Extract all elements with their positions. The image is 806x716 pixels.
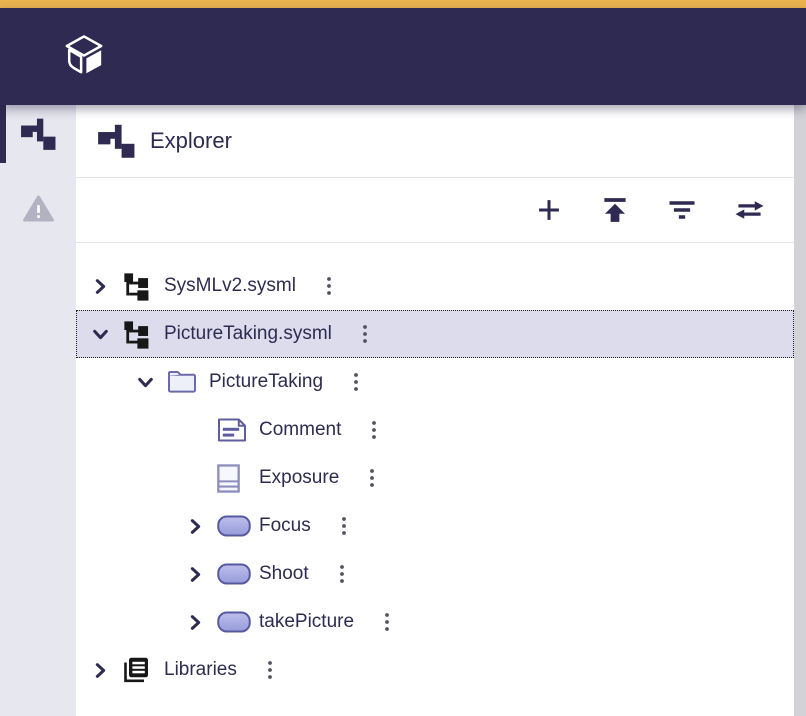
tree-hierarchy-icon <box>20 116 56 152</box>
libraries-icon <box>122 656 156 684</box>
tree-item-label: Exposure <box>259 467 339 489</box>
action-icon <box>217 514 251 538</box>
plus-icon <box>535 196 563 224</box>
tree-item-libraries[interactable]: Libraries <box>76 646 794 694</box>
kebab-menu-icon[interactable] <box>371 420 377 440</box>
action-icon <box>217 610 251 634</box>
activity-item-explorer[interactable] <box>0 105 76 163</box>
tree-item-label: PictureTaking.sysml <box>164 323 332 345</box>
kebab-menu-icon[interactable] <box>339 564 345 584</box>
swap-horizontal-icon <box>734 196 765 224</box>
comment-icon <box>217 417 251 443</box>
kebab-menu-icon[interactable] <box>362 324 368 344</box>
chevron-right-icon[interactable] <box>90 276 110 296</box>
main-area: Explorer Sys <box>0 105 806 716</box>
publish-icon <box>600 195 630 225</box>
kebab-menu-icon[interactable] <box>353 372 359 392</box>
chevron-down-icon[interactable] <box>90 324 110 344</box>
model-tree: SysMLv2.sysml PictureTaking.sysml Pictur… <box>76 243 794 694</box>
app-window: Explorer Sys <box>0 0 806 716</box>
tree-item-label: Shoot <box>259 563 309 585</box>
add-button[interactable] <box>533 194 565 226</box>
kebab-menu-icon[interactable] <box>341 516 347 536</box>
tree-hierarchy-icon <box>97 122 135 160</box>
activity-bar <box>0 105 76 716</box>
tree-item-comment[interactable]: Comment <box>76 406 794 454</box>
chevron-right-icon[interactable] <box>185 516 205 536</box>
chevron-right-icon[interactable] <box>90 660 110 680</box>
tree-item-label: PictureTaking <box>209 371 323 393</box>
panel-title: Explorer <box>150 128 232 154</box>
publish-button[interactable] <box>598 193 632 227</box>
classifier-icon <box>217 464 251 493</box>
activity-item-problems[interactable] <box>0 179 76 237</box>
tree-item-focus[interactable]: Focus <box>76 502 794 550</box>
warning-icon <box>23 195 54 222</box>
filter-icon <box>667 195 697 225</box>
swap-button[interactable] <box>732 194 767 226</box>
filter-button[interactable] <box>665 193 699 227</box>
tree-item-shoot[interactable]: Shoot <box>76 550 794 598</box>
action-icon <box>217 562 251 586</box>
folder-icon <box>167 369 201 395</box>
accent-strip <box>0 0 806 8</box>
kebab-menu-icon[interactable] <box>326 276 332 296</box>
cube-logo-icon[interactable] <box>63 33 105 80</box>
tree-item-label: Comment <box>259 419 341 441</box>
tree-item-picturetaking-file[interactable]: PictureTaking.sysml <box>76 310 794 358</box>
chevron-right-icon[interactable] <box>185 564 205 584</box>
tree-item-takepicture[interactable]: takePicture <box>76 598 794 646</box>
kebab-menu-icon[interactable] <box>369 468 375 488</box>
panel-header: Explorer <box>76 105 794 178</box>
explorer-panel: Explorer Sys <box>76 105 794 716</box>
app-header <box>0 8 806 105</box>
tree-item-picturetaking-package[interactable]: PictureTaking <box>76 358 794 406</box>
kebab-menu-icon[interactable] <box>267 660 273 680</box>
tree-item-label: SysMLv2.sysml <box>164 275 296 297</box>
tree-item-label: Focus <box>259 515 311 537</box>
tree-item-label: takePicture <box>259 611 354 633</box>
right-gutter <box>794 105 806 716</box>
model-file-icon <box>122 271 156 301</box>
kebab-menu-icon[interactable] <box>384 612 390 632</box>
explorer-toolbar <box>76 178 794 243</box>
tree-item-exposure[interactable]: Exposure <box>76 454 794 502</box>
chevron-right-icon[interactable] <box>185 612 205 632</box>
tree-item-label: Libraries <box>164 659 237 681</box>
model-file-icon <box>122 319 156 349</box>
chevron-down-icon[interactable] <box>135 372 155 392</box>
tree-item-sysmlv2[interactable]: SysMLv2.sysml <box>76 262 794 310</box>
